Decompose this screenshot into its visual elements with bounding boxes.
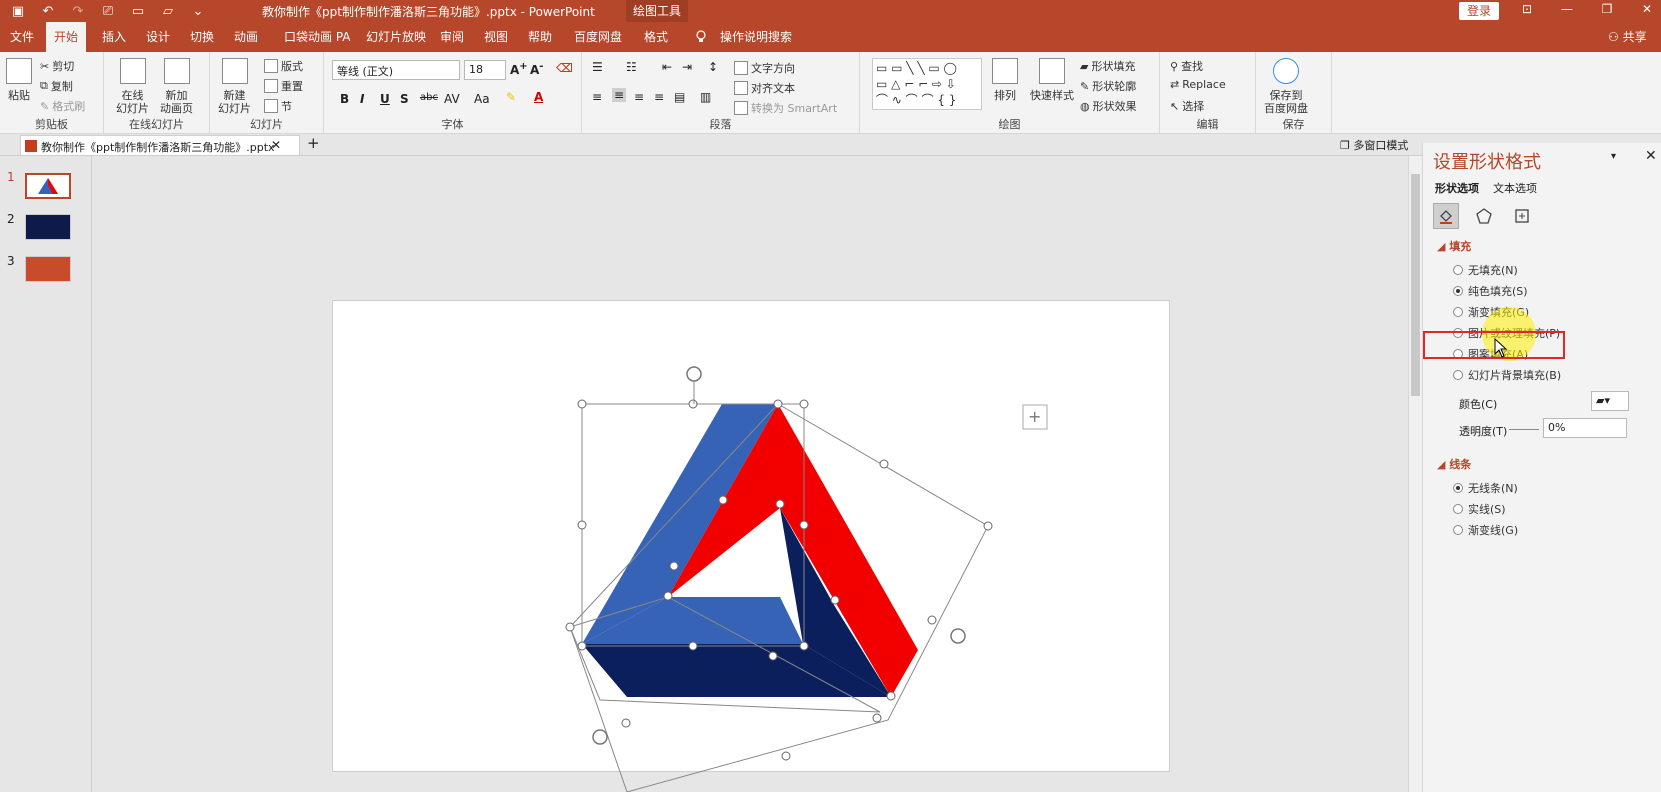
effects-pentagon-icon[interactable] <box>1471 203 1497 229</box>
color-label: 颜色(C) <box>1459 398 1498 411</box>
radio-solid-fill[interactable]: 纯色填充(S) <box>1453 283 1528 299</box>
pane-icon-row <box>1433 203 1535 229</box>
radio-label: 无线条(N) <box>1468 482 1518 495</box>
tab-shape-options[interactable]: 形状选项 <box>1435 180 1479 196</box>
size-properties-icon[interactable] <box>1509 203 1535 229</box>
collapse-triangle-icon: ◢ <box>1437 240 1450 253</box>
radio-dot <box>1453 483 1463 493</box>
radio-gradient-line[interactable]: 渐变线(G) <box>1453 522 1518 538</box>
radio-dot <box>1453 370 1463 380</box>
penrose-hole <box>724 558 772 597</box>
radio-dot <box>1453 307 1463 317</box>
transparency-input[interactable]: 0% <box>1543 418 1627 438</box>
radio-label: 渐变线(G) <box>1468 524 1519 537</box>
radio-label: 无填充(N) <box>1468 264 1518 277</box>
radio-dot <box>1453 525 1463 535</box>
fill-section-header[interactable]: ◢ 填充 <box>1437 238 1471 254</box>
radio-label: 纯色填充(S) <box>1468 285 1528 298</box>
plus-icon: + <box>1028 407 1041 426</box>
radio-no-fill[interactable]: 无填充(N) <box>1453 262 1518 278</box>
mouse-cursor-icon <box>1494 338 1508 358</box>
radio-dot <box>1453 504 1463 514</box>
pane-options-icon[interactable]: ▾ <box>1611 151 1616 162</box>
radio-label: 实线(S) <box>1468 503 1506 516</box>
format-shape-pane: 设置形状格式 ▾ ✕ 形状选项 文本选项 ◢ 填充 无填充(N) 纯色填充(S)… <box>1422 143 1661 792</box>
collapse-triangle-icon: ◢ <box>1437 458 1450 471</box>
radio-solid-line[interactable]: 实线(S) <box>1453 501 1506 517</box>
radio-label: 幻灯片背景填充(B) <box>1468 369 1562 382</box>
radio-no-line[interactable]: 无线条(N) <box>1453 480 1518 496</box>
pane-close-icon[interactable]: ✕ <box>1645 148 1657 164</box>
pane-title: 设置形状格式 <box>1433 152 1541 173</box>
radio-dot <box>1453 265 1463 275</box>
scrollbar-thumb[interactable] <box>1411 174 1420 396</box>
radio-background-fill[interactable]: 幻灯片背景填充(B) <box>1453 367 1561 383</box>
radio-dot <box>1453 286 1463 296</box>
color-picker-button[interactable]: ▰▾ <box>1591 391 1629 411</box>
fill-line-icon[interactable] <box>1433 203 1459 229</box>
fill-section-label: 填充 <box>1449 240 1472 253</box>
tab-text-options[interactable]: 文本选项 <box>1493 180 1537 196</box>
paint-bucket-icon: ▰▾ <box>1596 394 1610 407</box>
line-section-label: 线条 <box>1449 458 1472 471</box>
transparency-slider[interactable] <box>1509 429 1539 430</box>
line-section-header[interactable]: ◢ 线条 <box>1437 456 1471 472</box>
vertical-scrollbar[interactable] <box>1408 156 1422 792</box>
transparency-label: 透明度(T) <box>1459 425 1508 438</box>
